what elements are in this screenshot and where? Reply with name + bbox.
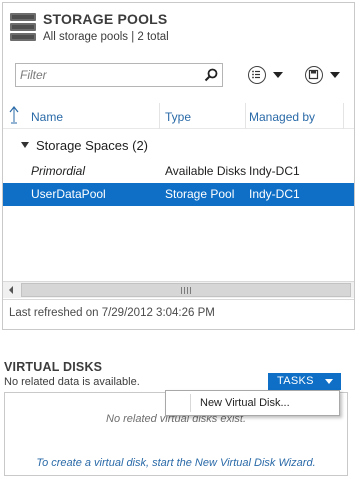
chevron-down-icon: [325, 379, 333, 384]
column-header-type[interactable]: Type: [165, 110, 191, 124]
scrollbar-thumb[interactable]: [21, 283, 351, 297]
group-label: Storage Spaces (2): [36, 138, 149, 153]
row-managed-by: Indy-DC1: [249, 187, 300, 201]
save-icon: [305, 66, 323, 84]
storage-pools-header: STORAGE POOLS All storage pools | 2 tota…: [3, 3, 354, 53]
section-title-virtual-disks: VIRTUAL DISKS: [4, 360, 103, 374]
storage-pools-panel: STORAGE POOLS All storage pools | 2 tota…: [2, 2, 355, 330]
tasks-button[interactable]: TASKS: [268, 373, 341, 390]
tasks-label: TASKS: [277, 375, 314, 387]
filter-input[interactable]: [20, 67, 200, 83]
menu-item-new-virtual-disk[interactable]: New Virtual Disk...: [166, 391, 339, 415]
row-managed-by: Indy-DC1: [249, 164, 300, 178]
row-name: UserDataPool: [31, 187, 106, 201]
row-type: Storage Pool: [165, 187, 235, 201]
section-subtitle: No related data is available.: [4, 376, 140, 388]
collapse-triangle-icon[interactable]: [21, 142, 29, 148]
new-virtual-disk-wizard-link[interactable]: To create a virtual disk, start the New …: [5, 457, 347, 469]
chevron-down-icon: [330, 72, 340, 78]
page-title: STORAGE POOLS: [43, 11, 168, 27]
column-header-row: Name Type Managed by: [3, 103, 354, 129]
sort-ascending-icon[interactable]: [9, 106, 19, 126]
column-header-name[interactable]: Name: [31, 110, 63, 124]
search-icon[interactable]: [204, 68, 218, 82]
group-header-storage-spaces[interactable]: Storage Spaces (2): [3, 133, 354, 159]
column-header-managed-by[interactable]: Managed by: [249, 110, 315, 124]
view-options-button[interactable]: [248, 65, 288, 85]
save-query-button[interactable]: [305, 65, 345, 85]
column-divider[interactable]: [245, 103, 246, 129]
horizontal-scrollbar[interactable]: [3, 281, 354, 298]
table-row-selected[interactable]: UserDataPool Storage Pool Indy-DC1: [3, 183, 354, 206]
column-divider[interactable]: [343, 103, 344, 129]
page-subtitle: All storage pools | 2 total: [43, 31, 169, 43]
tasks-dropdown-menu: New Virtual Disk...: [165, 390, 340, 416]
row-type: Available Disks: [165, 164, 247, 178]
database-icon: [10, 13, 36, 41]
row-name: Primordial: [31, 164, 86, 178]
filter-box: [15, 63, 223, 87]
scroll-left-icon[interactable]: [3, 282, 20, 298]
status-bar: Last refreshed on 7/29/2012 3:04:26 PM: [3, 299, 354, 329]
chevron-down-icon: [273, 72, 283, 78]
table-row[interactable]: Primordial Available Disks Indy-DC1: [3, 160, 354, 183]
menu-item-label: New Virtual Disk...: [200, 397, 290, 409]
last-refreshed-text: Last refreshed on 7/29/2012 3:04:26 PM: [9, 307, 215, 319]
grip-icon: [181, 287, 191, 294]
column-divider[interactable]: [159, 103, 160, 129]
list-view-icon: [248, 66, 266, 84]
menu-gutter-divider: [190, 394, 191, 412]
